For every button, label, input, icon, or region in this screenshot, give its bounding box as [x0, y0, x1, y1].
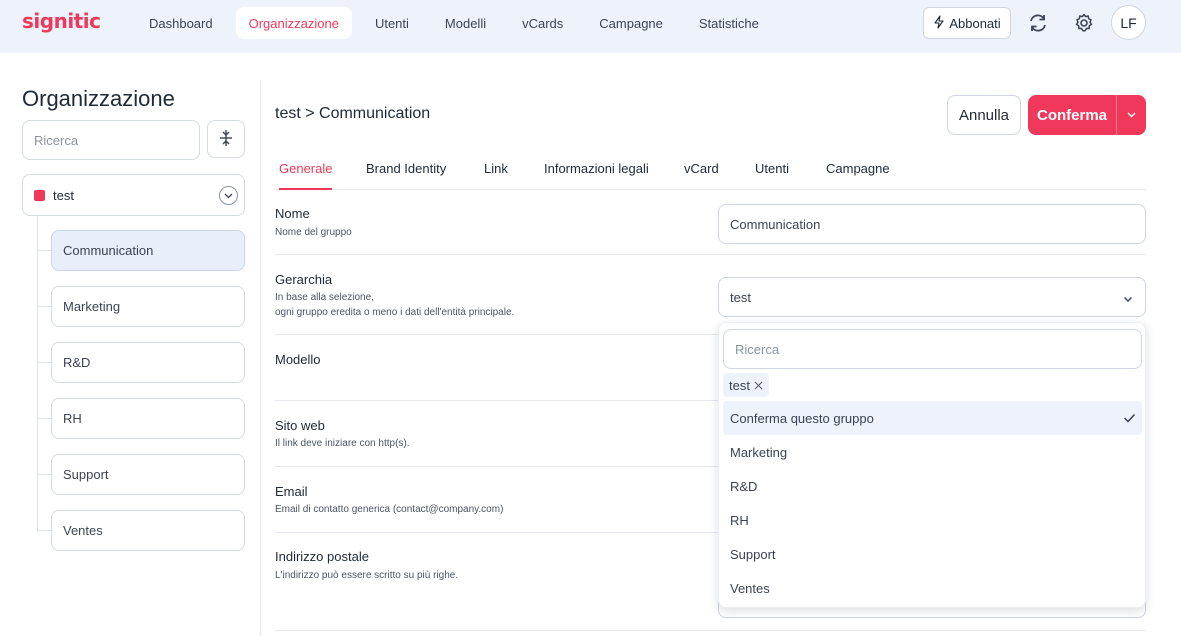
field-label-email: Email — [275, 484, 308, 499]
dropdown-option-rnd[interactable]: R&D — [723, 469, 1142, 503]
collapse-icon — [219, 129, 233, 150]
hierarchy-select-value: test — [730, 289, 751, 305]
hierarchy-select[interactable]: test — [718, 277, 1146, 317]
tab-generale[interactable]: Generale — [279, 161, 333, 190]
tab-informazioni-legali[interactable]: Informazioni legali — [544, 161, 649, 190]
nav-campagne[interactable]: Campagne — [586, 7, 676, 39]
field-desc-nome: Nome del gruppo — [275, 227, 352, 238]
app-logo[interactable]: signitic — [22, 9, 101, 33]
selected-chip[interactable]: test — [723, 373, 769, 397]
tree-root-label: test — [53, 187, 74, 203]
dropdown-option-support[interactable]: Support — [723, 537, 1142, 571]
confirm-button[interactable]: Conferma — [1028, 95, 1146, 135]
tree-item-communication[interactable]: Communication — [51, 230, 245, 271]
nav-modelli[interactable]: Modelli — [432, 7, 499, 39]
tree-branch — [37, 250, 51, 251]
subscribe-button[interactable]: Abbonati — [923, 7, 1011, 39]
nav-organizzazione[interactable]: Organizzazione — [235, 7, 352, 39]
hierarchy-dropdown-menu: Ricerca test Conferma questo gruppo Mark… — [718, 322, 1146, 608]
tree-branch — [37, 362, 51, 363]
tab-bar: Generale Brand Identity Link Informazion… — [275, 155, 1146, 190]
field-label-modello: Modello — [275, 352, 321, 367]
tree-item-rh[interactable]: RH — [51, 398, 245, 439]
avatar[interactable]: LF — [1111, 5, 1146, 40]
top-bar: signitic Dashboard Organizzazione Utenti… — [0, 0, 1181, 53]
tree-connector — [37, 216, 38, 532]
row-divider — [275, 630, 1146, 631]
sidebar-divider — [260, 80, 261, 636]
sync-icon[interactable] — [1025, 10, 1051, 36]
dropdown-option-marketing[interactable]: Marketing — [723, 435, 1142, 469]
tree-branch — [37, 306, 51, 307]
chevron-down-icon[interactable] — [1117, 112, 1146, 118]
dropdown-search-input[interactable]: Ricerca — [723, 329, 1142, 369]
field-label-nome: Nome — [275, 206, 310, 221]
nav-dashboard[interactable]: Dashboard — [136, 7, 226, 39]
tree-item-support[interactable]: Support — [51, 454, 245, 495]
tree-branch — [37, 530, 51, 531]
main-nav: Dashboard Organizzazione Utenti Modelli … — [136, 7, 782, 39]
collapse-tree-button[interactable] — [207, 120, 245, 158]
cancel-button[interactable]: Annulla — [947, 95, 1021, 135]
nav-statistiche[interactable]: Statistiche — [686, 7, 772, 39]
field-label-gerarchia: Gerarchia — [275, 272, 333, 287]
tree-item-marketing[interactable]: Marketing — [51, 286, 245, 327]
dropdown-option-rh[interactable]: RH — [723, 503, 1142, 537]
tab-link[interactable]: Link — [484, 161, 508, 190]
tab-utenti[interactable]: Utenti — [755, 161, 789, 190]
field-desc-gerarchia-2: ogni gruppo eredita o meno i dati dell'e… — [275, 307, 515, 318]
tab-vcard[interactable]: vCard — [684, 161, 719, 190]
nav-vcards[interactable]: vCards — [509, 7, 576, 39]
subscribe-label: Abbonati — [949, 15, 1001, 31]
field-label-indirizzo: Indirizzo postale — [275, 549, 369, 564]
tree-item-ventes[interactable]: Ventes — [51, 510, 245, 551]
dropdown-option-confirm-group[interactable]: Conferma questo gruppo — [723, 401, 1142, 435]
tree-branch — [37, 474, 51, 475]
confirm-label: Conferma — [1036, 106, 1107, 124]
check-icon — [1123, 411, 1136, 426]
dropdown-option-ventes[interactable]: Ventes — [723, 571, 1142, 605]
lightning-icon — [933, 14, 945, 32]
field-desc-gerarchia-1: In base alla selezione, — [275, 292, 374, 303]
breadcrumb: test > Communication — [275, 105, 431, 122]
tree-branch — [37, 418, 51, 419]
name-input[interactable]: Communication — [718, 204, 1146, 244]
field-label-sito: Sito web — [275, 418, 325, 433]
field-desc-email: Email di contatto generica (contact@comp… — [275, 504, 504, 515]
field-desc-indirizzo: L'indirizzo può essere scritto su più ri… — [275, 570, 459, 581]
tree-root-test[interactable]: test — [22, 174, 245, 216]
dropdown-option-label: Conferma questo gruppo — [730, 410, 874, 426]
sidebar-search-input[interactable]: Ricerca — [22, 120, 200, 160]
close-icon[interactable] — [754, 378, 763, 393]
nav-utenti[interactable]: Utenti — [362, 7, 422, 39]
chevron-down-icon — [1123, 291, 1133, 306]
row-divider — [275, 254, 1146, 255]
selected-chip-label: test — [729, 377, 750, 393]
group-color-swatch — [34, 189, 45, 201]
field-desc-sito: Il link deve iniziare con http(s). — [275, 438, 410, 449]
tab-campagne[interactable]: Campagne — [826, 161, 890, 190]
tab-brand-identity[interactable]: Brand Identity — [366, 161, 446, 190]
sidebar-title: Organizzazione — [22, 86, 175, 111]
tree-item-rnd[interactable]: R&D — [51, 342, 245, 383]
gear-icon[interactable] — [1071, 10, 1097, 36]
chevron-down-icon[interactable] — [219, 186, 238, 205]
